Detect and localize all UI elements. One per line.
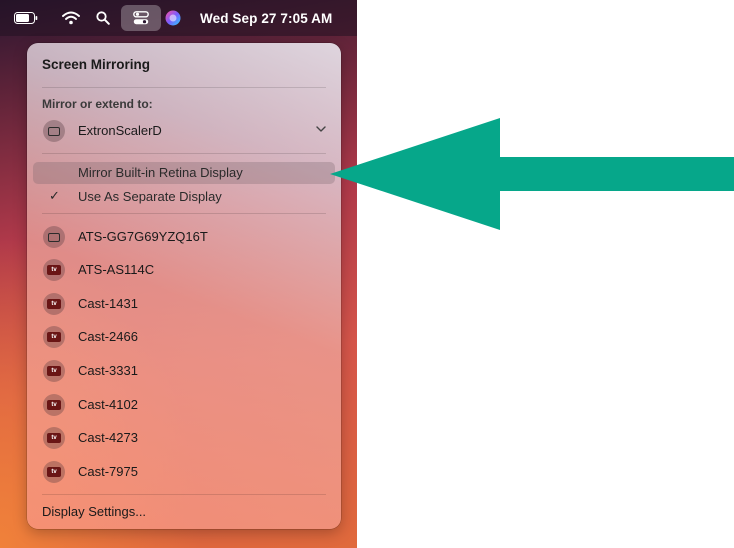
device-name: Cast-7975 (78, 464, 138, 479)
section-label: Mirror or extend to: (42, 97, 153, 111)
device-row[interactable]: tv Cast-4102 (27, 389, 341, 421)
device-name: ATS-AS114C (78, 262, 155, 277)
chevron-down-icon[interactable] (315, 122, 327, 140)
menubar-clock[interactable]: Wed Sep 27 7:05 AM (200, 0, 332, 36)
apple-tv-icon: tv (43, 394, 65, 416)
menu-bar: Wed Sep 27 7:05 AM (0, 0, 357, 36)
desktop-screen: Wed Sep 27 7:05 AM Screen Mirroring Mirr… (0, 0, 357, 548)
checkmark-icon: ✓ (49, 188, 60, 203)
selected-device-label: ExtronScalerD (78, 123, 162, 138)
device-row[interactable]: tv Cast-7975 (27, 456, 341, 488)
option-mirror-built-in[interactable]: Mirror Built-in Retina Display (33, 162, 335, 184)
divider (42, 87, 326, 88)
device-row[interactable]: tv Cast-4273 (27, 422, 341, 454)
device-name: ATS-GG7G69YZQ16T (78, 229, 208, 244)
device-name: Cast-1431 (78, 296, 138, 311)
apple-tv-icon: tv (43, 360, 65, 382)
display-icon (43, 226, 65, 248)
device-row[interactable]: tv Cast-2466 (27, 321, 341, 353)
battery-icon[interactable] (14, 0, 38, 36)
apple-tv-icon: tv (43, 259, 65, 281)
option-separate-display[interactable]: ✓ Use As Separate Display (33, 186, 335, 208)
annotation-arrow-icon (330, 118, 734, 230)
display-icon (43, 120, 65, 142)
device-row[interactable]: tv Cast-1431 (27, 288, 341, 320)
divider (42, 153, 326, 154)
apple-tv-icon: tv (43, 326, 65, 348)
apple-tv-icon: tv (43, 461, 65, 483)
siri-icon[interactable] (165, 0, 181, 36)
display-settings-link[interactable]: Display Settings... (42, 504, 146, 519)
device-name: Cast-2466 (78, 329, 138, 344)
search-icon[interactable] (96, 0, 110, 36)
device-name: Cast-4102 (78, 397, 138, 412)
device-row[interactable]: tv ATS-AS114C (27, 254, 341, 286)
apple-tv-icon: tv (43, 427, 65, 449)
selected-device-row[interactable]: ExtronScalerD (27, 115, 341, 147)
option-label: Mirror Built-in Retina Display (78, 165, 243, 180)
control-center-icon[interactable] (121, 5, 161, 31)
wifi-icon[interactable] (62, 0, 80, 36)
apple-tv-icon: tv (43, 293, 65, 315)
device-name: Cast-4273 (78, 430, 138, 445)
device-row[interactable]: tv Cast-3331 (27, 355, 341, 387)
option-label: Use As Separate Display (78, 189, 222, 204)
divider (42, 494, 326, 495)
divider (42, 213, 326, 214)
device-row[interactable]: ATS-GG7G69YZQ16T (27, 221, 341, 253)
device-name: Cast-3331 (78, 363, 138, 378)
panel-title: Screen Mirroring (42, 57, 151, 72)
screen-mirroring-panel: Screen Mirroring Mirror or extend to: Ex… (27, 43, 341, 529)
